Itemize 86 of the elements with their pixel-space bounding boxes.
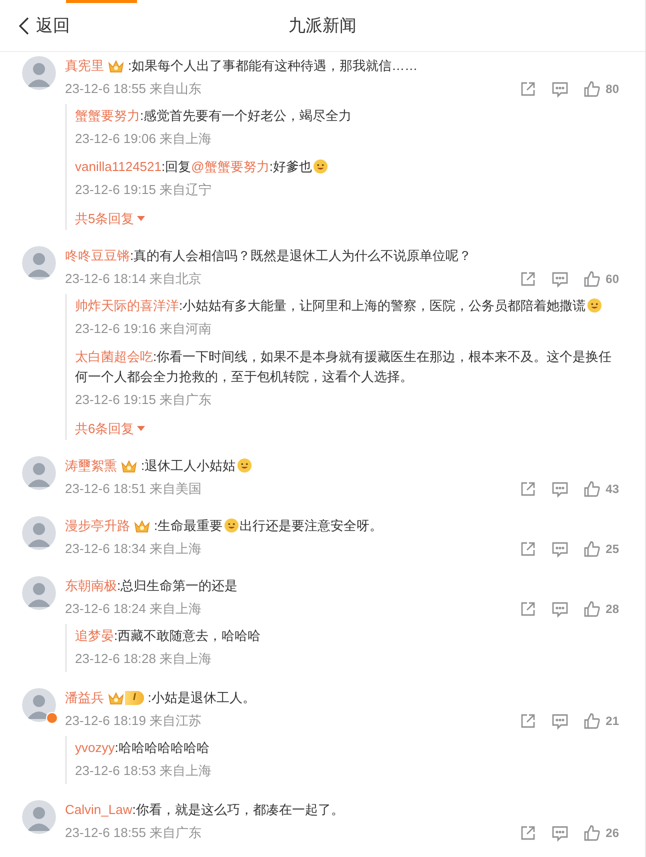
emoji-icon xyxy=(236,458,252,473)
comment-icon[interactable] xyxy=(550,712,569,730)
reply-text: 蟹蟹要努力:感觉首先要有一个好老公，竭尽全力 xyxy=(75,107,353,125)
back-icon xyxy=(18,16,30,36)
comment-text: :如果每个人出了事都能有这种待遇，那我就信…… xyxy=(128,57,418,75)
share-icon[interactable] xyxy=(518,80,537,98)
like-icon[interactable] xyxy=(582,480,601,498)
back-button[interactable]: 返回 xyxy=(18,12,70,38)
reply-meta: 23-12-6 18:28 来自上海 xyxy=(75,650,213,668)
comment-icon[interactable] xyxy=(550,480,569,498)
reply-meta: 23-12-6 19:16 来自河南 xyxy=(75,320,213,338)
like-count: 43 xyxy=(606,481,619,498)
comment-text: :你看，就是这么巧，都凑在一起了。 xyxy=(132,801,344,819)
share-icon[interactable] xyxy=(518,600,537,618)
share-icon[interactable] xyxy=(518,480,537,498)
emoji-icon xyxy=(586,298,602,313)
user-name[interactable]: 东朝南极 xyxy=(65,576,117,596)
avatar[interactable] xyxy=(22,516,56,550)
caret-icon xyxy=(137,426,146,432)
verified-icon xyxy=(46,712,58,724)
like-count: 21 xyxy=(606,713,619,730)
reply-meta: 23-12-6 19:15 来自辽宁 xyxy=(75,181,213,199)
more-replies-button[interactable]: 共6条回复 xyxy=(75,418,146,440)
avatar[interactable] xyxy=(22,800,56,834)
comment-text: :总归生命第一的还是 xyxy=(117,577,238,595)
avatar[interactable] xyxy=(22,576,56,610)
like-icon[interactable] xyxy=(582,600,601,618)
caret-icon xyxy=(137,216,146,222)
like-icon[interactable] xyxy=(582,80,601,98)
comment-text: :生命最重要 出行还是要注意安全呀。 xyxy=(154,517,383,535)
like-icon[interactable] xyxy=(582,712,601,730)
reply-meta: 23-12-6 18:53 来自上海 xyxy=(75,762,213,780)
crown-icon xyxy=(108,58,124,74)
like-icon[interactable] xyxy=(582,270,601,288)
comment-icon[interactable] xyxy=(550,270,569,288)
active-tab-indicator xyxy=(66,0,137,3)
comment-meta: 23-12-6 18:51 来自美国 xyxy=(65,480,202,498)
comment-icon[interactable] xyxy=(550,600,569,618)
share-icon[interactable] xyxy=(518,824,537,842)
comment-meta: 23-12-6 18:19 来自江苏 xyxy=(65,712,202,730)
comment-meta: 23-12-6 18:55 来自广东 xyxy=(65,824,202,842)
reply-meta: 23-12-6 19:15 来自广东 xyxy=(75,391,213,409)
user-name[interactable]: 漫步亭升路 xyxy=(65,516,130,536)
like-count: 80 xyxy=(606,81,619,98)
reply-text: 太白菌超会吃:你看一下时间线，如果不是本身就有援藏医生在那边，根本来不及。这个是换任何一个人都会全力抢救的，至于包机转院，这看个人选择。 xyxy=(75,348,613,386)
reply-text: vanilla1124521:回复@蟹蟹要努力:好爹也 xyxy=(75,157,619,177)
user-name[interactable]: Calvin_Law xyxy=(65,800,132,820)
reply-text: yvozyy:哈哈哈哈哈哈哈 xyxy=(75,739,210,757)
comment-icon[interactable] xyxy=(550,80,569,98)
avatar[interactable] xyxy=(22,56,56,90)
crown-icon xyxy=(121,458,137,474)
share-icon[interactable] xyxy=(518,712,537,730)
page-title: 九派新闻 xyxy=(288,14,356,37)
comment-meta: 23-12-6 18:24 来自上海 xyxy=(65,600,202,618)
comment-text: :真的有人会相信吗？既然是退休工人为什么不说原单位呢？ xyxy=(130,247,472,265)
comment-icon[interactable] xyxy=(550,824,569,842)
level-badge: I xyxy=(125,691,144,705)
comment-text: :退休工人小姑姑 xyxy=(141,456,253,476)
user-name[interactable]: 潘益兵 xyxy=(65,688,104,708)
emoji-icon xyxy=(312,159,328,174)
like-count: 25 xyxy=(606,541,619,558)
more-replies-button[interactable]: 共5条回复 xyxy=(75,208,146,230)
comment-meta: 23-12-6 18:55 来自山东 xyxy=(65,80,202,98)
crown-icon xyxy=(108,690,124,706)
user-name[interactable]: 真宪里 xyxy=(65,56,104,76)
crown-icon xyxy=(134,518,150,534)
comment-text: :小姑是退休工人。 xyxy=(148,689,256,707)
emoji-icon xyxy=(224,518,239,533)
reply-text: 帅炸天际的喜洋洋:小姑姑有多大能量，让阿里和上海的警察，医院，公务员都陪着她撒谎 xyxy=(75,296,619,316)
user-name[interactable]: 咚咚豆豆锵 xyxy=(65,246,130,266)
like-count: 26 xyxy=(606,825,619,842)
share-icon[interactable] xyxy=(518,270,537,288)
user-name[interactable]: 涛壐絮熏 xyxy=(65,456,117,476)
like-count: 60 xyxy=(606,271,619,288)
like-icon[interactable] xyxy=(582,540,601,558)
avatar[interactable] xyxy=(22,456,56,490)
share-icon[interactable] xyxy=(518,540,537,558)
avatar[interactable] xyxy=(22,688,56,722)
comment-meta: 23-12-6 18:34 来自上海 xyxy=(65,540,202,558)
like-icon[interactable] xyxy=(582,824,601,842)
reply-text: 追梦晏:西藏不敢随意去，哈哈哈 xyxy=(75,627,262,645)
reply-meta: 23-12-6 19:06 来自上海 xyxy=(75,130,213,148)
like-count: 28 xyxy=(606,601,619,618)
comment-meta: 23-12-6 18:14 来自北京 xyxy=(65,270,202,288)
avatar[interactable] xyxy=(22,246,56,280)
comment-icon[interactable] xyxy=(550,540,569,558)
